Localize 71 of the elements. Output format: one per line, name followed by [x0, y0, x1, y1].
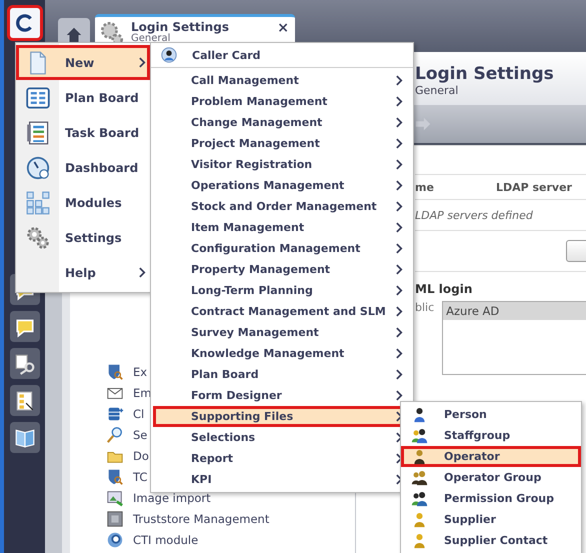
column-header: me	[415, 180, 434, 194]
module-link[interactable]: Cl	[133, 406, 144, 420]
phone-icon	[106, 530, 124, 548]
menu-item[interactable]: Caller Card	[151, 43, 413, 68]
menu-item[interactable]: Item Management	[151, 217, 413, 238]
menu-item[interactable]: Survey Management	[151, 322, 413, 343]
module-link[interactable]: CTI module	[133, 532, 198, 546]
board-icon	[26, 86, 50, 110]
settings-icon	[26, 226, 50, 250]
menu-item[interactable]: Settings	[16, 220, 150, 255]
list-box[interactable]: Azure AD	[442, 301, 586, 375]
menu-item[interactable]: Long-Term Planning	[151, 280, 413, 301]
book-icon[interactable]	[10, 422, 40, 453]
menu-item[interactable]: Configuration Management	[151, 238, 413, 259]
search-icon	[106, 426, 124, 444]
menu-item[interactable]: Staffgroup	[401, 425, 581, 446]
menu-item[interactable]: Plan Board	[151, 364, 413, 385]
image-icon	[106, 488, 124, 506]
menu-item[interactable]: Help	[16, 255, 150, 290]
shield-icon	[106, 362, 124, 380]
menu-item[interactable]: Call Management	[151, 70, 413, 91]
menu-item[interactable]: Property Management	[151, 259, 413, 280]
menu-item[interactable]: Plan Board	[16, 80, 150, 115]
menu-item[interactable]: Stock and Order Management	[151, 196, 413, 217]
menu-item[interactable]: Operations Management	[151, 175, 413, 196]
menu-item[interactable]: Modules	[16, 185, 150, 220]
people-icon	[411, 469, 428, 486]
module-link[interactable]: Ex	[133, 364, 148, 378]
menu-item[interactable]: Project Management	[151, 133, 413, 154]
page-title: Login Settings	[415, 64, 555, 84]
tab-title: Login Settings	[131, 20, 230, 34]
menu-item[interactable]: Form Designer	[151, 385, 413, 406]
field-label: blic	[415, 301, 434, 314]
menu-item[interactable]: Contract Management and SLM	[151, 301, 413, 322]
home-icon	[65, 26, 83, 44]
database-icon	[106, 404, 124, 422]
close-button[interactable]: ×	[277, 20, 289, 36]
people-icon	[411, 427, 428, 444]
gauge-icon	[26, 156, 50, 180]
menu-item[interactable]: Supplier	[401, 509, 581, 530]
safe-icon	[106, 510, 124, 528]
people-icon	[411, 490, 428, 507]
menu-item[interactable]: Visitor Registration	[151, 154, 413, 175]
menu-item[interactable]: Knowledge Management	[151, 343, 413, 364]
tab-subtitle: General	[131, 34, 172, 44]
tree-icon[interactable]	[10, 385, 40, 416]
page-subtitle: General	[415, 84, 460, 97]
menu-item[interactable]: Change Management	[151, 112, 413, 133]
column-header: LDAP server	[496, 180, 572, 194]
menu-item[interactable]: Operator Group	[401, 467, 581, 488]
list-item[interactable]: Azure AD	[443, 302, 586, 320]
checklist-icon	[26, 120, 50, 144]
menu-item[interactable]: Task Board	[16, 115, 150, 150]
module-link[interactable]: Do	[133, 448, 149, 462]
module-link[interactable]: Truststore Management	[133, 512, 270, 526]
logo-button[interactable]	[10, 8, 40, 38]
menu-item[interactable]: Operator	[401, 446, 581, 467]
module-link[interactable]: Se	[133, 428, 148, 442]
section-title: ML login	[415, 282, 474, 296]
grid-icon	[26, 190, 50, 214]
menu-item[interactable]: Dashboard	[16, 150, 150, 185]
menu-item[interactable]: Supplier Contact	[401, 530, 581, 551]
note-icon[interactable]	[10, 311, 40, 342]
module-link[interactable]: TC	[133, 470, 148, 484]
empty-message: LDAP servers defined	[415, 208, 533, 222]
shield-icon	[106, 468, 124, 486]
module-link[interactable]: Image import	[133, 490, 211, 504]
caller-card-icon	[160, 46, 178, 64]
menu-item[interactable]: Permission Group	[401, 488, 581, 509]
menu-item[interactable]: Problem Management	[151, 91, 413, 112]
menu-item[interactable]: New	[16, 45, 150, 80]
